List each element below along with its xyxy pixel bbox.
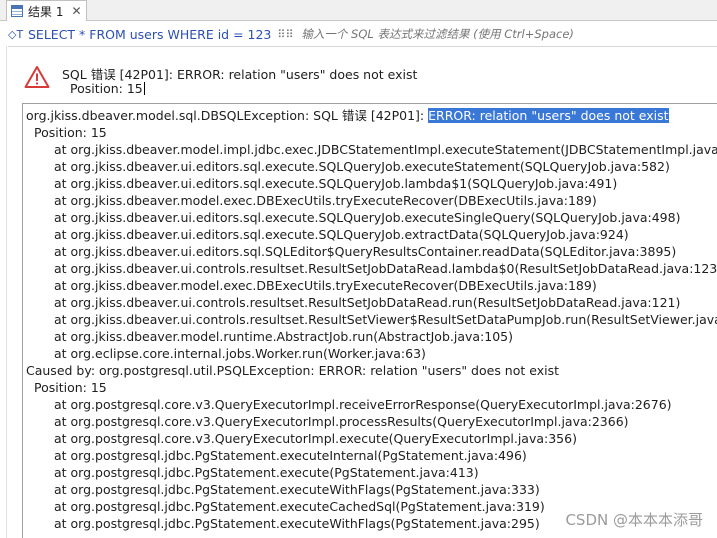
trace-line: at org.postgresql.jdbc.PgStatement.execu…: [54, 448, 527, 463]
trace-line: at org.jkiss.dbeaver.model.impl.jdbc.exe…: [54, 142, 717, 157]
tab-results-1[interactable]: 结果 1 ✕: [6, 0, 87, 21]
trace-line: at org.jkiss.dbeaver.ui.editors.sql.exec…: [54, 210, 681, 225]
filter-bar: ◇T SELECT * FROM users WHERE id = 123 ⠿⠿: [8, 22, 717, 47]
error-position-text: Position: 15: [70, 81, 143, 96]
trace-line: at org.jkiss.dbeaver.ui.editors.sql.exec…: [54, 176, 618, 191]
trace-line: at org.jkiss.dbeaver.ui.controls.results…: [54, 295, 681, 310]
trace-line: at org.jkiss.dbeaver.model.runtime.Abstr…: [54, 329, 513, 344]
expand-filter-icon[interactable]: ⠿⠿: [277, 28, 299, 41]
trace-line: at org.jkiss.dbeaver.ui.editors.sql.exec…: [54, 227, 629, 242]
panel-border: [0, 46, 7, 538]
trace-line: Position: 15: [34, 125, 107, 140]
results-tab-bar: 结果 1 ✕: [0, 0, 717, 21]
trace-line: Caused by: org.postgresql.util.PSQLExcep…: [26, 363, 560, 378]
trace-line: at org.jkiss.dbeaver.model.exec.DBExecUt…: [54, 278, 597, 293]
tab-label: 结果 1: [28, 4, 64, 19]
trace-first-prefix: org.jkiss.dbeaver.model.sql.DBSQLExcepti…: [26, 108, 429, 123]
trace-line: at org.postgresql.jdbc.PgStatement.execu…: [54, 516, 540, 531]
trace-line: at org.jkiss.dbeaver.ui.editors.sql.SQLE…: [54, 244, 677, 259]
trace-line: at org.postgresql.jdbc.PgStatement.execu…: [54, 482, 540, 497]
filter-input[interactable]: [301, 27, 717, 41]
stack-trace-box[interactable]: org.jkiss.dbeaver.model.sql.DBSQLExcepti…: [22, 103, 717, 538]
trace-line: at org.postgresql.core.v3.QueryExecutorI…: [54, 397, 672, 412]
error-position[interactable]: Position: 15: [70, 81, 145, 96]
trace-line: at org.jkiss.dbeaver.ui.editors.sql.exec…: [54, 159, 670, 174]
trace-line: at org.jkiss.dbeaver.model.exec.DBExecUt…: [54, 193, 597, 208]
trace-line: Position: 15: [34, 380, 107, 395]
error-header: SQL 错误 [42P01]: ERROR: relation "users" …: [24, 62, 714, 98]
trace-line: at org.postgresql.jdbc.PgStatement.execu…: [54, 499, 545, 514]
warning-triangle-icon: [24, 66, 50, 88]
trace-line: at org.jkiss.dbeaver.ui.controls.results…: [54, 261, 717, 276]
watermark: CSDN @本本本添哥: [565, 511, 703, 529]
trace-line: at org.eclipse.core.internal.jobs.Worker…: [54, 346, 426, 361]
selected-text[interactable]: ERROR: relation "users" does not exist: [428, 108, 669, 123]
query-text[interactable]: SELECT * FROM users WHERE id = 123: [28, 27, 271, 42]
trace-line: at org.postgresql.jdbc.PgStatement.execu…: [54, 465, 479, 480]
trace-line: at org.postgresql.core.v3.QueryExecutorI…: [54, 414, 629, 429]
sql-filter-icon[interactable]: ◇T: [8, 28, 28, 41]
trace-line-first: org.jkiss.dbeaver.model.sql.DBSQLExcepti…: [26, 107, 669, 124]
trace-line: at org.jkiss.dbeaver.ui.controls.results…: [54, 312, 717, 327]
grid-table-icon: [11, 5, 23, 17]
trace-line: at org.postgresql.core.v3.QueryExecutorI…: [54, 431, 577, 446]
close-icon[interactable]: ✕: [71, 4, 81, 18]
text-caret: [143, 82, 145, 95]
